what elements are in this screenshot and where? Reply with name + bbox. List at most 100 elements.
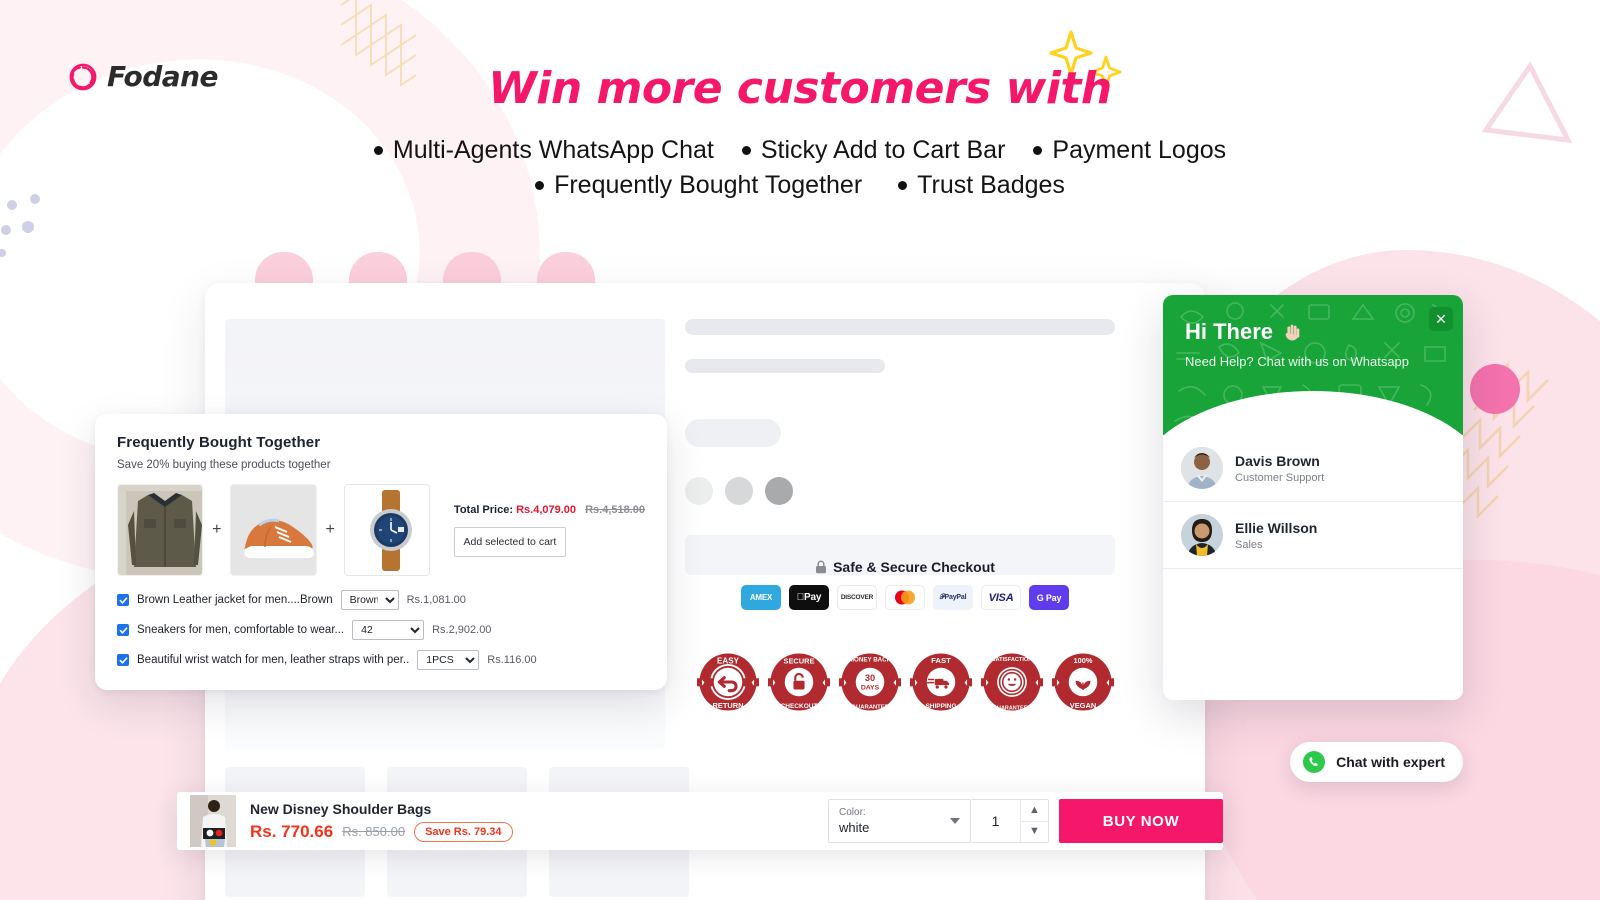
fbt-item-rows: Brown Leather jacket for men....Brown Br… bbox=[117, 590, 645, 670]
buy-now-button[interactable]: BUY NOW bbox=[1059, 799, 1223, 843]
frequently-bought-together-card: Frequently Bought Together Save 20% buyi… bbox=[95, 414, 667, 690]
fbt-item-row: Beautiful wrist watch for men, leather s… bbox=[117, 650, 645, 670]
svg-text:DAYS: DAYS bbox=[861, 684, 880, 691]
fbt-item-label: Sneakers for men, comfortable to wear... bbox=[137, 624, 345, 636]
fbt-checkbox[interactable] bbox=[117, 624, 129, 636]
svg-text:GUARANTEE: GUARANTEE bbox=[851, 705, 888, 711]
payment-logo-discover: DISCOVER bbox=[837, 585, 877, 610]
pink-circle-decoration bbox=[1470, 364, 1520, 414]
sticky-product-thumbnail[interactable] bbox=[190, 795, 236, 847]
feature-item: Sticky Add to Cart Bar bbox=[741, 136, 1006, 165]
fbt-checkbox[interactable] bbox=[117, 654, 129, 666]
fbt-variant-select-size[interactable]: 42 bbox=[352, 620, 425, 640]
whatsapp-greeting-text: Hi There bbox=[1185, 319, 1274, 344]
color-swatch-medium[interactable] bbox=[725, 477, 753, 505]
secure-checkout-title: Safe & Secure Checkout bbox=[685, 559, 1125, 575]
feature-label: Payment Logos bbox=[1052, 136, 1227, 164]
feature-item: Trust Badges bbox=[898, 171, 1065, 200]
lock-icon bbox=[816, 560, 827, 574]
feature-label: Sticky Add to Cart Bar bbox=[760, 136, 1006, 164]
whatsapp-agent-davis-brown[interactable]: Davis Brown Customer Support bbox=[1163, 435, 1463, 502]
trust-badge-money-back: 30 DAYS MONEY BACK GUARANTEE bbox=[839, 653, 901, 711]
skeleton-button-placeholder bbox=[685, 419, 781, 447]
bullet-icon bbox=[373, 146, 383, 155]
close-icon[interactable]: ✕ bbox=[1429, 307, 1453, 331]
svg-text:VEGAN: VEGAN bbox=[1070, 701, 1096, 710]
payment-logo-visa: VISA bbox=[981, 585, 1021, 610]
waving-hand-icon bbox=[1285, 324, 1300, 341]
fbt-item-price: Rs.1,081.00 bbox=[406, 594, 466, 606]
svg-text:CHECKOUT: CHECKOUT bbox=[781, 703, 818, 710]
add-selected-to-cart-button[interactable]: Add selected to cart bbox=[453, 526, 566, 557]
payment-logo-amex: AMEX bbox=[741, 585, 781, 610]
feature-item: Payment Logos bbox=[1033, 136, 1226, 165]
fbt-item-price: Rs.116.00 bbox=[487, 654, 537, 666]
quantity-value[interactable]: 1 bbox=[971, 813, 1020, 829]
feature-label: Frequently Bought Together bbox=[554, 171, 863, 199]
color-swatch-light[interactable] bbox=[685, 477, 713, 505]
product-image-sneaker[interactable] bbox=[230, 484, 317, 576]
secure-checkout-label: Safe & Secure Checkout bbox=[833, 559, 995, 575]
feature-row-1: Multi-Agents WhatsApp Chat Sticky Add to… bbox=[0, 136, 1600, 165]
payment-logos-row: AMEX Pay DISCOVER 𝒫PayPal VISA G Pay bbox=[685, 585, 1125, 610]
agent-name: Davis Brown bbox=[1235, 452, 1320, 469]
payment-logo-apple-pay: Pay bbox=[789, 585, 829, 610]
whatsapp-agent-ellie-willson[interactable]: Ellie Willson Sales bbox=[1163, 502, 1463, 569]
agent-name: Ellie Willson bbox=[1235, 519, 1318, 536]
fbt-title: Frequently Bought Together bbox=[117, 434, 321, 451]
svg-text:30: 30 bbox=[865, 673, 875, 683]
quantity-stepper[interactable]: 1 ▲ ▼ bbox=[971, 799, 1049, 843]
color-variant-select[interactable]: Color: white bbox=[828, 799, 971, 843]
bullet-icon bbox=[898, 181, 908, 190]
fbt-variant-select-qty[interactable]: 1PCS bbox=[417, 650, 480, 670]
bullet-icon bbox=[741, 146, 751, 155]
quantity-increase-button[interactable]: ▲ bbox=[1020, 800, 1048, 822]
feature-item: Frequently Bought Together bbox=[535, 171, 862, 200]
agent-role: Customer Support bbox=[1235, 471, 1325, 484]
svg-text:FAST: FAST bbox=[931, 656, 951, 665]
color-select-value: white bbox=[839, 820, 870, 835]
svg-text:SECURE: SECURE bbox=[784, 656, 815, 665]
svg-text:100%: 100% bbox=[1073, 656, 1092, 665]
sticky-price-group: Rs. 770.66 Rs. 850.00 Save Rs. 79.34 bbox=[250, 821, 513, 842]
product-image-watch[interactable] bbox=[343, 484, 430, 576]
sticky-price-now: Rs. 770.66 bbox=[250, 821, 334, 841]
whatsapp-chat-widget: ✕ Hi There Need Help? Chat with us on Wh… bbox=[1163, 295, 1463, 700]
quantity-decrease-button[interactable]: ▼ bbox=[1020, 821, 1048, 842]
fbt-total-section: Total Price: Rs.4,079.00 Rs.4,518.00 Add… bbox=[453, 503, 646, 557]
feature-label: Multi-Agents WhatsApp Chat bbox=[392, 136, 714, 164]
fbt-item-row: Brown Leather jacket for men....Brown Br… bbox=[117, 590, 645, 610]
fbt-product-images: + + Total Price: Rs.4,079.00 Rs.4,518.00… bbox=[117, 484, 645, 576]
fbt-checkbox[interactable] bbox=[117, 594, 129, 606]
skeleton-title-line bbox=[685, 319, 1115, 335]
trust-badge-secure-checkout: SECURE CHECKOUT bbox=[768, 653, 830, 711]
whatsapp-greeting: Hi There bbox=[1163, 295, 1463, 345]
avatar bbox=[1181, 514, 1223, 556]
payment-logo-gpay: G Pay bbox=[1029, 585, 1069, 610]
fbt-total-was: Rs.4,518.00 bbox=[585, 503, 646, 516]
sticky-product-info: New Disney Shoulder Bags Rs. 770.66 Rs. … bbox=[250, 801, 513, 842]
fbt-item-label: Brown Leather jacket for men....Brown bbox=[137, 594, 333, 606]
avatar bbox=[1181, 447, 1223, 489]
svg-text:GUARANTEED: GUARANTEED bbox=[993, 705, 1031, 711]
feature-row-2: Frequently Bought Together Trust Badges bbox=[0, 171, 1600, 200]
svg-text:EASY: EASY bbox=[717, 656, 740, 665]
plus-separator: + bbox=[325, 521, 335, 538]
color-select-label: Color: bbox=[839, 807, 866, 818]
feature-label: Trust Badges bbox=[917, 171, 1065, 199]
sticky-save-badge: Save Rs. 79.34 bbox=[414, 821, 513, 842]
trust-badge-satisfaction: SATISFACTION GUARANTEED bbox=[981, 653, 1043, 711]
plus-separator: + bbox=[212, 521, 222, 538]
fbt-variant-select-color[interactable]: Brown bbox=[340, 590, 399, 610]
payment-logo-paypal: 𝒫 PayPal bbox=[933, 585, 973, 610]
sticky-product-title: New Disney Shoulder Bags bbox=[250, 800, 432, 817]
svg-text:SHIPPING: SHIPPING bbox=[925, 703, 956, 710]
trust-badge-vegan: 100% VEGAN bbox=[1052, 653, 1114, 711]
color-swatches[interactable] bbox=[685, 477, 1185, 505]
sticky-controls: Color: white 1 ▲ ▼ BUY NOW bbox=[828, 799, 1223, 843]
chat-with-expert-button[interactable]: Chat with expert bbox=[1290, 742, 1463, 782]
product-image-jacket[interactable] bbox=[117, 484, 204, 576]
page-title: Win more customers with bbox=[488, 63, 1112, 114]
bullet-icon bbox=[535, 181, 545, 190]
color-swatch-dark[interactable] bbox=[765, 477, 793, 505]
